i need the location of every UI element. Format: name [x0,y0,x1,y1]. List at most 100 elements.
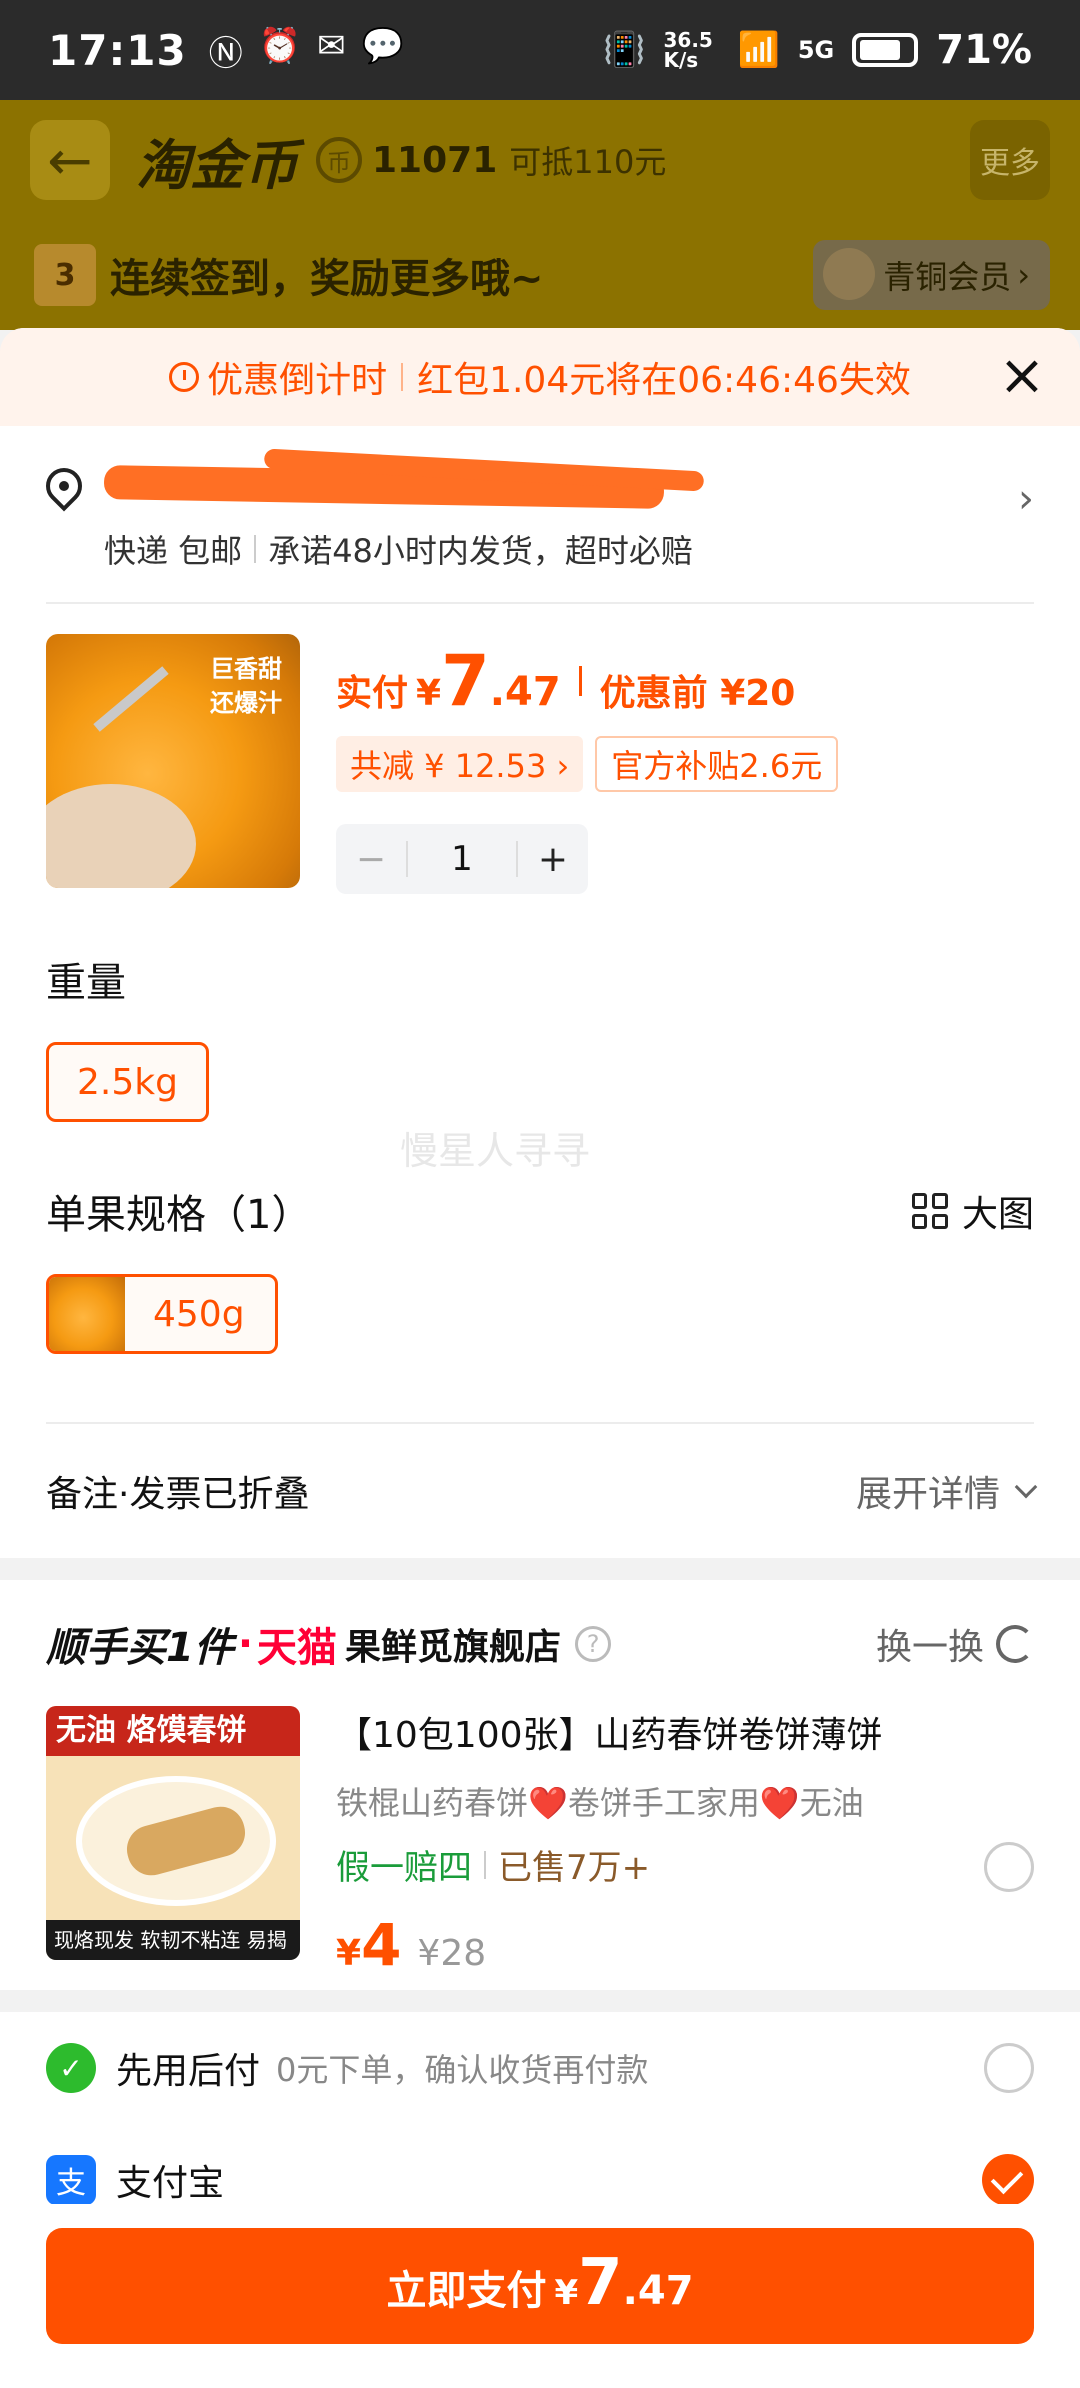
divider [484,1850,486,1879]
member-badge[interactable]: 青铜会员 › [813,240,1050,310]
pay-now-button[interactable]: 立即支付 ¥ 7 .47 [46,2228,1034,2344]
pay-label: 实付 [336,673,409,714]
pay-now-label: 立即支付 [386,2268,547,2314]
notes-label: 备注·发票已折叠 [46,1474,310,1515]
decrease-button[interactable]: − [336,839,406,880]
chevron-down-icon [1014,1475,1038,1499]
bottom-bar: 立即支付 ¥ 7 .47 [0,2204,1080,2388]
notes-row[interactable]: 备注·发票已折叠 展开详情 [0,1424,1080,1558]
expand-details[interactable]: 展开详情 [855,1465,1038,1517]
alipay-icon: 支 [46,2155,96,2205]
currency: ¥ [416,673,442,714]
status-right: 📳 36.5 K/s 📶 5G 71% [603,27,1032,73]
addon-image-title: 无油 烙馍春饼 [46,1706,300,1756]
addon-info: 【10包100张】山药春饼卷饼薄饼 铁棍山药春饼❤️卷饼手工家用❤️无油 假一赔… [336,1706,1034,1979]
addon-product-image[interactable]: 无油 烙馍春饼 现烙现发 软韧不粘连 易揭开 [46,1706,300,1960]
pay-amount-integer: 7 [578,2246,623,2320]
address-row[interactable]: › 快递 包邮 承诺48小时内发货，超时必赔 [0,426,1080,602]
status-time: 17:13 [48,25,187,75]
addon-image-caption: 现烙现发 软韧不粘连 易揭开 [46,1920,300,1960]
order-card: › 快递 包邮 承诺48小时内发货，超时必赔 巨香甜 还爆汁 实付 ¥ 7 .4… [0,426,1080,1558]
pay-later-icon: ✓ [46,2043,96,2093]
calendar-icon: 3 [34,244,96,306]
more-button[interactable]: 更多 [970,120,1050,200]
alipay-selected-check-icon[interactable] [982,2154,1034,2206]
spec-title: 单果规格（1） [46,1192,312,1238]
pay-later-radio[interactable] [984,2043,1034,2093]
addon-old-price: ¥28 [417,1933,487,1974]
background-promo-row: 3 连续签到，奖励更多哦~ 青铜会员 › [34,240,1050,310]
weight-title: 重量 [46,960,126,1006]
pay-later-name: 先用后付 [116,2051,261,2092]
coin-count: 11071 [372,139,498,181]
addon-header: 顺手买1件 · 天猫 果鲜觅旗舰店 ? 换一换 [46,1616,1034,1672]
chevron-right-icon: › [1018,476,1034,522]
background-title-row: ← 淘金币 币 11071 可抵110元 更多 [30,120,1050,200]
product-image-caption: 巨香甜 还爆汁 [210,655,282,717]
wechat-icon: 💬 [361,25,404,66]
background-header: ← 淘金币 币 11071 可抵110元 更多 3 连续签到，奖励更多哦~ 青铜… [0,100,1080,330]
expand-label: 展开详情 [855,1474,1000,1515]
guarantee-badge: 假一赔四 [336,1848,472,1888]
swap-button[interactable]: 换一换 [876,1618,1034,1670]
big-image-toggle[interactable]: 大图 [911,1185,1034,1237]
coin-icon: 币 [316,137,362,183]
member-label: 青铜会员 [883,258,1012,296]
section-gap [0,1558,1080,1580]
tmall-dot: · [237,1621,254,1667]
alarm-icon: ⏰ [258,25,302,66]
countdown-label: 优惠倒计时 [207,360,388,401]
currency: ¥ [336,1933,362,1974]
battery-percent: 71% [936,27,1032,73]
pay-later-option[interactable]: ✓ 先用后付 0元下单，确认收货再付款 [46,2012,1034,2124]
coin-value: 可抵110元 [509,143,667,181]
product-image[interactable]: 巨香甜 还爆汁 [46,634,300,888]
swap-label: 换一换 [875,1627,984,1668]
spec-option[interactable]: 450g [46,1274,278,1354]
payment-section: ✓ 先用后付 0元下单，确认收货再付款 支 支付宝 [0,2012,1080,2232]
pay-amount-decimal: .47 [622,2268,694,2314]
product-info: 实付 ¥ 7 .47 优惠前 ¥20 共减 ¥ 12.53 › 官方补贴2.6元… [336,634,1034,922]
addon-price-value: 4 [361,1911,402,1979]
weight-option[interactable]: 2.5kg [46,1042,209,1122]
total-discount-tag[interactable]: 共减 ¥ 12.53 › [336,736,584,792]
original-price: 优惠前 ¥20 [599,673,796,714]
quantity-stepper: − 1 + [336,824,588,894]
grid-icon [911,1193,948,1229]
clock-icon [169,362,200,392]
spec-section: 单果规格（1） 大图 450g [0,1172,1080,1422]
subsidy-tag: 官方补贴2.6元 [595,736,839,792]
signin-promo: 连续签到，奖励更多哦~ [110,256,544,302]
price-decimal: .47 [489,669,561,715]
spec-thumbnail [49,1277,125,1351]
shipping-promise: 承诺48小时内发货，超时必赔 [268,532,693,570]
addon-select-radio[interactable] [984,1842,1034,1892]
close-icon[interactable]: × [994,348,1050,404]
section-gap [0,1990,1080,2012]
increase-button[interactable]: + [518,839,588,880]
nfc-icon: Ⓝ [208,33,243,74]
shipping-info: 快递 包邮 承诺48小时内发货，超时必赔 [104,526,1034,572]
product-row: 巨香甜 还爆汁 实付 ¥ 7 .47 优惠前 ¥20 共减 ¥ 12.53 › … [0,604,1080,922]
addon-title: 顺手买1件 [46,1625,234,1671]
sold-count: 已售7万+ [498,1848,651,1888]
shipping-method: 快递 包邮 [104,532,243,570]
shop-name[interactable]: 果鲜觅旗舰店 [345,1618,561,1670]
quantity-value[interactable]: 1 [406,841,518,877]
app-icon: ✉ [317,25,346,66]
discount-tags: 共减 ¥ 12.53 › 官方补贴2.6元 [336,736,1034,792]
addon-badges: 假一赔四 已售7万+ [336,1840,1034,1889]
divider [254,535,257,563]
spec-header: 单果规格（1） 大图 [0,1182,1080,1240]
watermark: 慢星人寻寻 [400,1129,591,1173]
addon-name[interactable]: 【10包100张】山药春饼卷饼薄饼 [336,1706,1034,1758]
addon-price: ¥ 4 ¥28 [336,1911,1034,1979]
status-bar: 17:13 Ⓝ ⏰ ✉ 💬 📳 36.5 K/s 📶 5G 71% [0,0,1080,100]
big-image-label: 大图 [961,1194,1034,1235]
help-icon[interactable]: ? [575,1626,612,1662]
back-arrow-icon[interactable]: ← [30,120,110,200]
checkout-sheet: 优惠倒计时 红包1.04元将在06:46:46失效 × › 快递 包邮 承诺48… [0,328,1080,2388]
page-title: 淘金币 [136,133,298,197]
spec-option-label: 450g [153,1293,245,1335]
vibrate-icon: 📳 [603,30,646,70]
